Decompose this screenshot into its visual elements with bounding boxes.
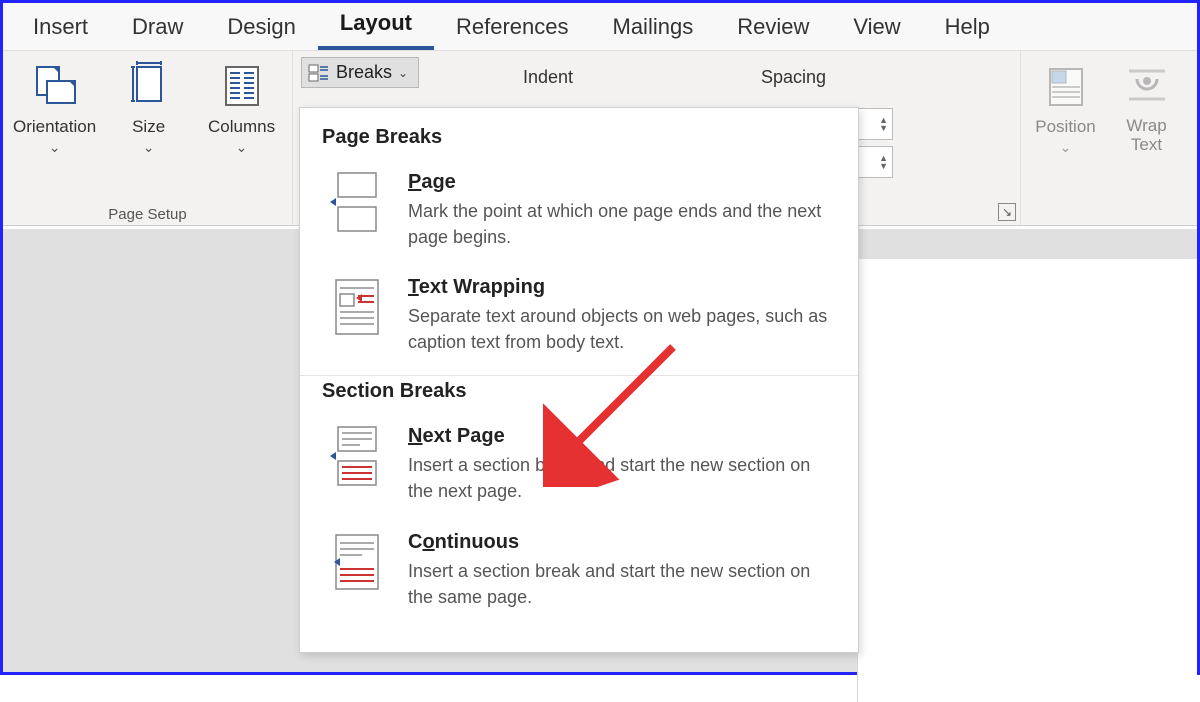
paragraph-dialog-launcher[interactable]: ↘ [998,203,1016,221]
group-page-setup: Orientation ⌄ Size ⌄ [3,51,293,225]
orientation-button[interactable]: Orientation ⌄ [11,57,98,207]
chevron-down-icon: ⌄ [236,139,248,156]
breaks-button[interactable]: Breaks ⌄ [301,57,419,88]
wrap-text-icon [1123,61,1171,113]
tab-view[interactable]: View [831,6,922,50]
tab-references[interactable]: References [434,6,591,50]
size-icon [125,61,173,113]
page-break-icon [330,171,384,233]
columns-button[interactable]: Columns ⌄ [199,57,284,207]
chevron-down-icon: ⌄ [1060,139,1072,156]
columns-label: Columns [208,117,275,137]
ribbon-tabs: Insert Draw Design Layout References Mai… [3,3,1197,51]
orientation-label: Orientation [13,117,96,137]
tab-help[interactable]: Help [923,6,1012,50]
position-icon [1042,61,1090,113]
break-option-page[interactable]: Page Mark the point at which one page en… [300,161,858,266]
position-label: Position [1035,117,1095,137]
tab-draw[interactable]: Draw [110,6,205,50]
annotation-arrow [543,337,693,487]
break-option-continuous-desc: Insert a section break and start the new… [408,558,836,610]
tab-mailings[interactable]: Mailings [591,6,716,50]
break-option-page-desc: Mark the point at which one page ends an… [408,198,836,250]
spacing-label: Spacing [739,61,1012,90]
chevron-down-icon: ⌄ [398,66,408,80]
dropdown-heading-page-breaks: Page Breaks [322,126,836,149]
next-page-break-icon [330,425,384,487]
breaks-label: Breaks [336,62,392,83]
size-button[interactable]: Size ⌄ [106,57,191,207]
chevron-down-icon: ⌄ [49,139,61,156]
tab-review[interactable]: Review [715,6,831,50]
orientation-icon [31,61,79,113]
wrap-text-label: Wrap Text [1126,117,1166,154]
breaks-icon [308,64,330,82]
group-caption-page-setup: Page Setup [3,206,292,223]
tab-design[interactable]: Design [205,6,317,50]
text-wrapping-break-icon [330,276,384,338]
tab-insert[interactable]: Insert [11,6,110,50]
spinner-arrows-icon[interactable]: ▲▼ [879,154,888,170]
continuous-break-icon [330,531,384,593]
position-button[interactable]: Position ⌄ [1029,57,1102,207]
indent-label: Indent [519,61,723,90]
size-label: Size [132,117,165,137]
tab-layout[interactable]: Layout [318,2,434,50]
wrap-text-button[interactable]: Wrap Text [1110,57,1183,207]
columns-icon [218,61,266,113]
document-page[interactable] [857,259,1197,702]
break-option-continuous[interactable]: Continuous Insert a section break and st… [300,521,858,626]
group-arrange: Position ⌄ Wrap Text [1021,51,1191,225]
chevron-down-icon: ⌄ [143,139,155,156]
spinner-arrows-icon[interactable]: ▲▼ [879,116,888,132]
